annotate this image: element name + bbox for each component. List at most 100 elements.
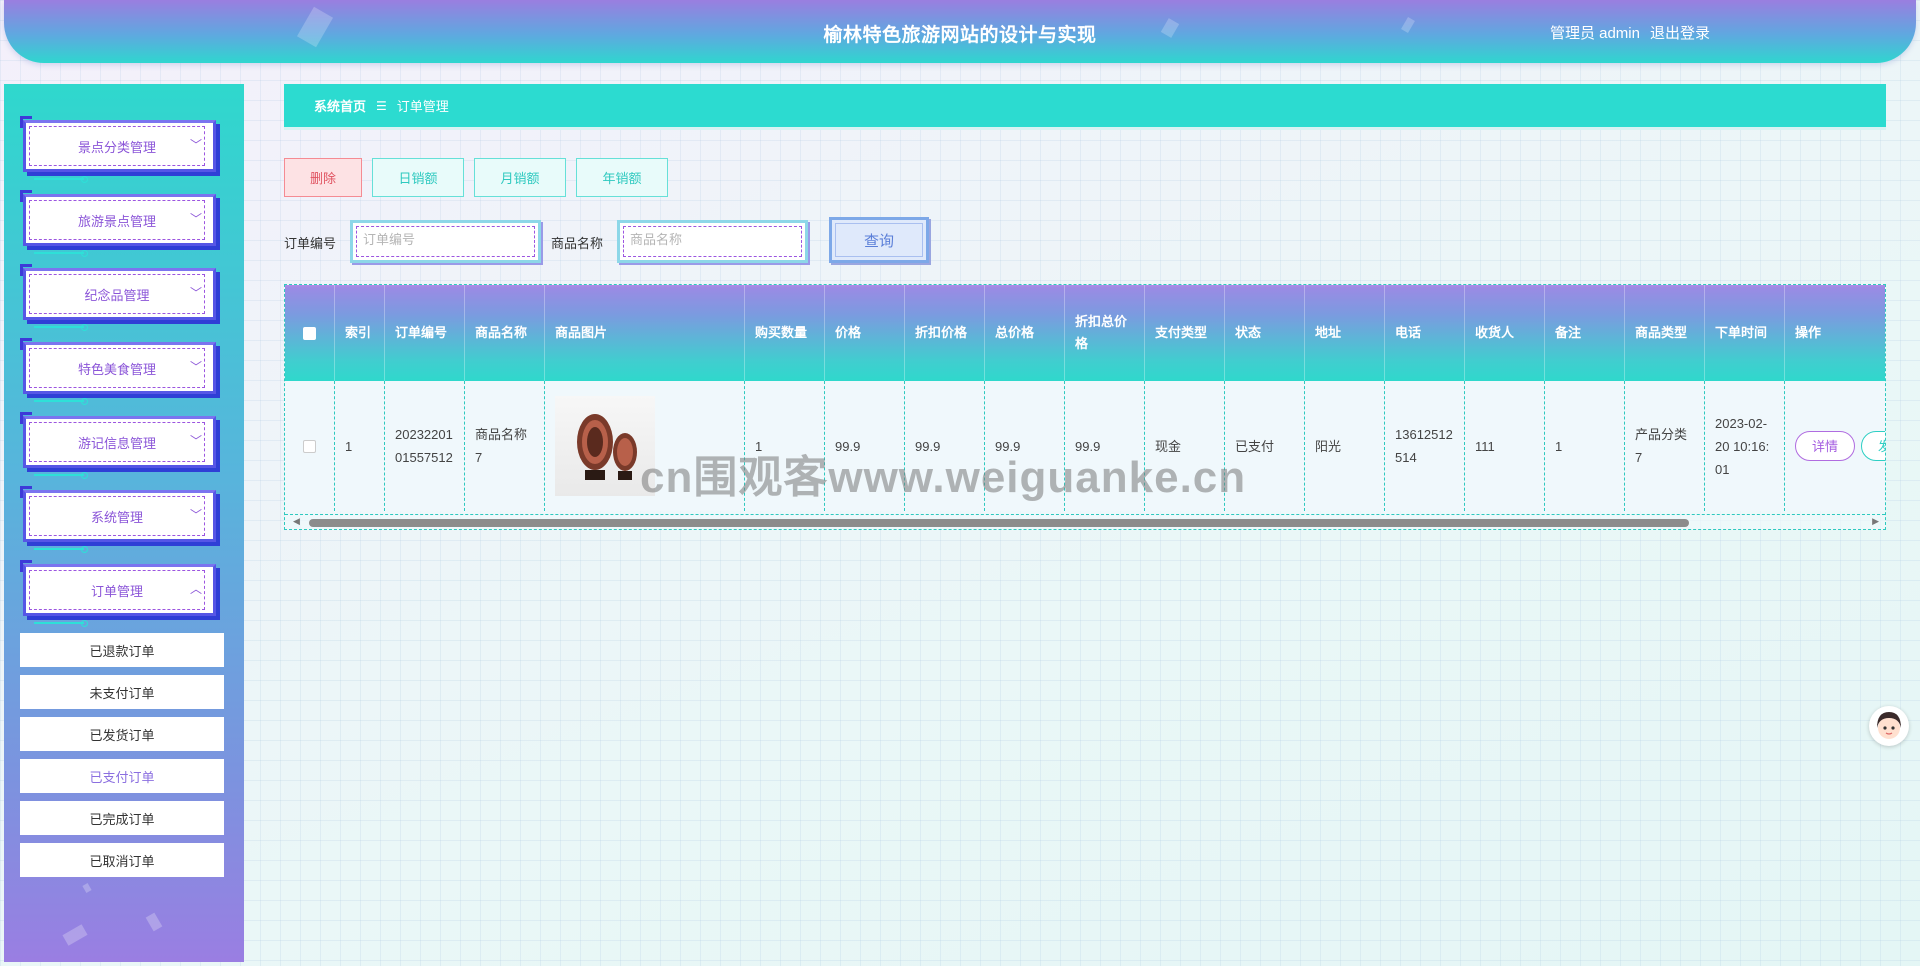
sidebar-submenu-item[interactable]: 已完成订单 <box>20 801 224 835</box>
row-checkbox[interactable] <box>303 439 316 453</box>
menu-tick-decoration <box>34 546 88 553</box>
sidebar-decoration <box>145 912 163 932</box>
sidebar-menu-item[interactable]: 特色美食管理 ﹀ <box>20 338 216 405</box>
sidebar-menu-item[interactable]: 订单管理 ︿ <box>20 560 216 627</box>
column-header: 收货人 <box>1465 285 1545 381</box>
sidebar-menu-item[interactable]: 纪念品管理 ﹀ <box>20 264 216 331</box>
avatar-face-icon <box>1877 712 1901 739</box>
table-cell-phone: 13612512514 <box>1385 381 1465 511</box>
monthly-sales-button[interactable]: 月销额 <box>474 158 566 197</box>
breadcrumb-home[interactable]: 系统首页 <box>314 96 366 115</box>
column-header: 支付类型 <box>1145 285 1225 381</box>
table-cell-quantity: 1 <box>745 381 825 511</box>
menu-item-inner: 景点分类管理 <box>29 126 205 166</box>
select-all-checkbox[interactable] <box>303 326 316 340</box>
column-header: 订单编号 <box>385 285 465 381</box>
column-header: 索引 <box>335 285 385 381</box>
chevron-up-icon: ︿ <box>189 582 202 596</box>
sidebar-submenu-item[interactable]: 已取消订单 <box>20 843 224 877</box>
sidebar-menu-label: 特色美食管理 <box>77 361 156 377</box>
breadcrumb: 系统首页 ☰ 订单管理 <box>284 84 1886 127</box>
scrollbar-thumb[interactable] <box>309 519 1689 527</box>
scroll-right-icon[interactable]: ▶ <box>1872 516 1879 527</box>
sidebar-menu-label: 纪念品管理 <box>84 287 150 303</box>
column-header: 操作 <box>1785 285 1885 381</box>
sidebar-menu-label: 旅游景点管理 <box>77 213 156 229</box>
menu-tick-decoration <box>34 324 88 331</box>
horizontal-scrollbar[interactable]: ◀ ▶ <box>285 514 1885 529</box>
product-name-label: 商品名称 <box>551 236 604 251</box>
menu-item-inner: 旅游景点管理 <box>29 200 205 240</box>
chevron-down-icon: ﹀ <box>189 508 202 522</box>
query-button[interactable]: 查询 <box>829 217 929 263</box>
product-image-cell <box>545 381 745 511</box>
column-header: 状态 <box>1225 285 1305 381</box>
chevron-down-icon: ﹀ <box>189 212 202 226</box>
column-header: 价格 <box>825 285 905 381</box>
menu-item-inner: 纪念品管理 <box>29 274 205 314</box>
table-cell-address: 阳光 <box>1305 381 1385 511</box>
column-header: 地址 <box>1305 285 1385 381</box>
column-header: 商品类型 <box>1625 285 1705 381</box>
delete-button[interactable]: 删除 <box>284 158 362 197</box>
chevron-down-icon: ﹀ <box>189 434 202 448</box>
column-header: 商品名称 <box>465 285 545 381</box>
sidebar-decoration <box>62 924 88 946</box>
detail-button[interactable]: 详情 <box>1795 431 1856 461</box>
product-image <box>555 396 655 496</box>
table-cell-discount-total: 99.9 <box>1065 381 1145 511</box>
sidebar-submenu-item[interactable]: 已发货订单 <box>20 717 224 751</box>
column-header: 折扣总价格 <box>1065 285 1145 381</box>
assistant-avatar[interactable] <box>1869 706 1909 746</box>
table-cell-index: 1 <box>335 381 385 511</box>
admin-user-label[interactable]: 管理员 admin <box>1550 25 1640 42</box>
daily-sales-button[interactable]: 日销额 <box>372 158 464 197</box>
product-name-field <box>617 220 808 263</box>
menu-tick-decoration <box>34 176 88 183</box>
operations-cell: 详情发 <box>1785 381 1885 511</box>
orders-table: 索引 1 订单编号 2023220101557512 商品名称 商品名称7 商品图片 购买数量… <box>284 284 1886 530</box>
table-cell-pay-type: 现金 <box>1145 381 1225 511</box>
scroll-left-icon[interactable]: ◀ <box>293 516 300 527</box>
table-cell-product-type: 产品分类7 <box>1625 381 1705 511</box>
sidebar-menu-label: 景点分类管理 <box>77 139 156 155</box>
sidebar-submenu-item[interactable]: 未支付订单 <box>20 675 224 709</box>
order-no-label: 订单编号 <box>284 236 337 251</box>
column-header: 总价格 <box>985 285 1065 381</box>
menu-separator-icon: ☰ <box>376 98 387 113</box>
sidebar-menu-label: 订单管理 <box>90 583 143 599</box>
column-header: 购买数量 <box>745 285 825 381</box>
order-no-input[interactable] <box>363 227 523 251</box>
column-header: 下单时间 <box>1705 285 1785 381</box>
menu-item-inner: 特色美食管理 <box>29 348 205 388</box>
menu-tick-decoration <box>34 472 88 479</box>
chevron-down-icon: ﹀ <box>189 360 202 374</box>
breadcrumb-current: 订单管理 <box>396 99 449 114</box>
sidebar-menu-item[interactable]: 系统管理 ﹀ <box>20 486 216 553</box>
menu-tick-decoration <box>34 250 88 257</box>
menu-item-inner: 系统管理 <box>29 496 205 536</box>
product-name-input[interactable] <box>630 227 790 251</box>
sidebar-menu-item[interactable]: 景点分类管理 ﹀ <box>20 116 216 183</box>
sidebar-menu-label: 游记信息管理 <box>77 435 156 451</box>
menu-tick-decoration <box>34 398 88 405</box>
sidebar-submenu-item[interactable]: 已支付订单 <box>20 759 224 793</box>
sidebar-menu-item[interactable]: 旅游景点管理 ﹀ <box>20 190 216 257</box>
table-cell-receiver: 111 <box>1465 381 1545 511</box>
table-cell-price: 99.9 <box>825 381 905 511</box>
menu-tick-decoration <box>34 620 88 627</box>
query-button-label: 查询 <box>863 232 894 250</box>
table-cell-order-time: 2023-02-20 10:16:01 <box>1705 381 1785 511</box>
sidebar-submenu-item[interactable]: 已退款订单 <box>20 633 224 667</box>
table-cell-order-no: 2023220101557512 <box>385 381 465 511</box>
yearly-sales-button[interactable]: 年销额 <box>576 158 668 197</box>
chevron-down-icon: ﹀ <box>189 286 202 300</box>
menu-item-inner: 订单管理 <box>29 570 205 610</box>
logout-link[interactable]: 退出登录 <box>1650 25 1710 42</box>
row-select-cell <box>285 381 335 511</box>
ship-button[interactable]: 发 <box>1861 431 1885 461</box>
column-header: 电话 <box>1385 285 1465 381</box>
sidebar-menu-item[interactable]: 游记信息管理 ﹀ <box>20 412 216 479</box>
chevron-down-icon: ﹀ <box>189 138 202 152</box>
vase-pair-image <box>577 414 637 480</box>
